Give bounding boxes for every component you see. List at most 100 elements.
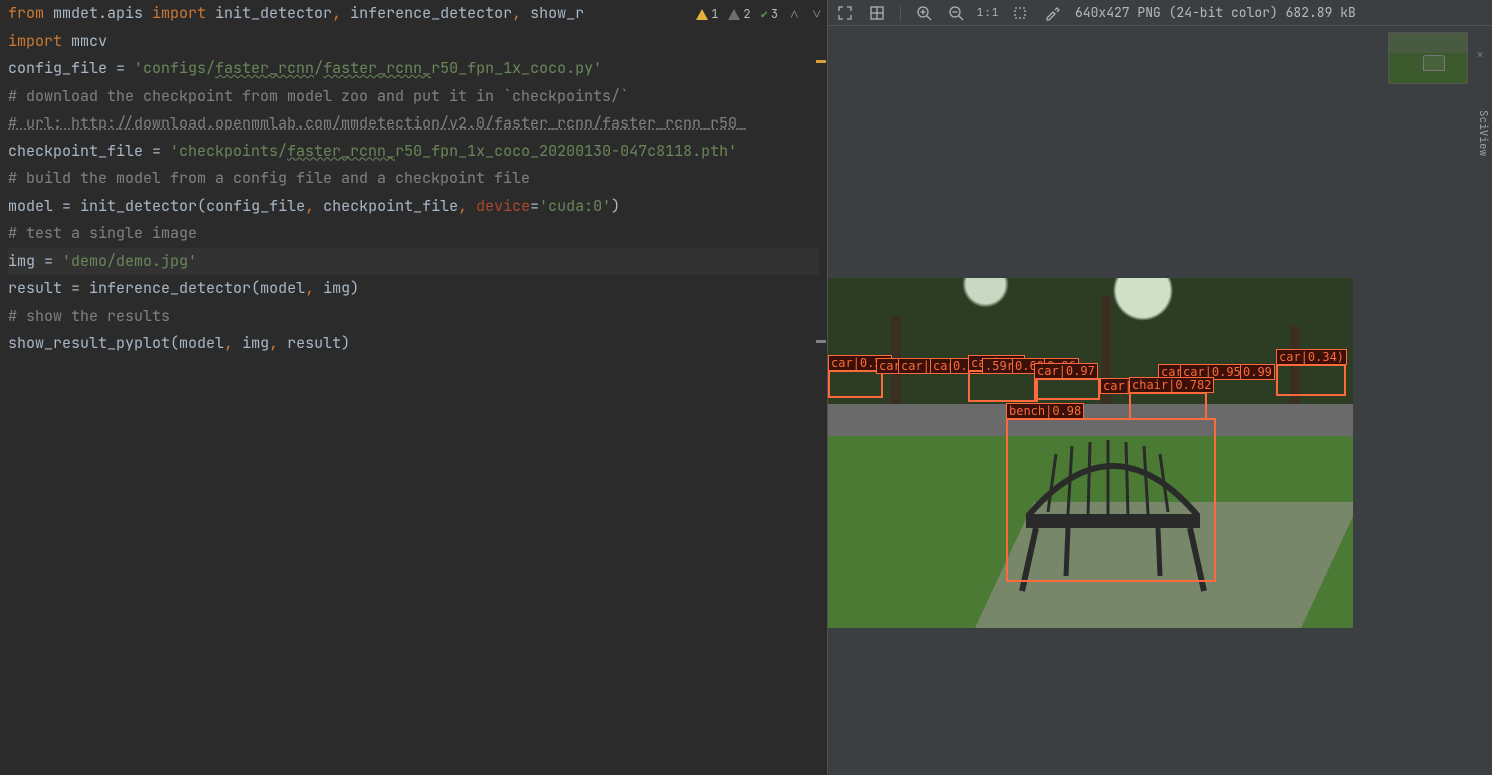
thumbnail[interactable] bbox=[1388, 32, 1468, 84]
prev-highlight-button[interactable]: ˄ bbox=[788, 4, 800, 24]
token: mmcv bbox=[71, 28, 107, 55]
zoom-in-icon[interactable] bbox=[915, 4, 933, 22]
code-line[interactable]: # download the checkpoint from model zoo… bbox=[8, 83, 819, 111]
token: / bbox=[314, 55, 323, 82]
token: , bbox=[224, 330, 242, 357]
token: ) bbox=[341, 330, 350, 357]
inspection-warning[interactable]: 1 bbox=[696, 6, 718, 22]
stripe-mark[interactable] bbox=[816, 340, 826, 343]
code-line[interactable]: # url: http://download.openmmlab.com/mmd… bbox=[8, 110, 819, 138]
token: device bbox=[476, 193, 530, 220]
token: ) bbox=[611, 193, 620, 220]
sciview-tab[interactable]: SciView bbox=[1472, 106, 1492, 160]
code-line[interactable]: import mmcv bbox=[8, 28, 819, 56]
token: = bbox=[152, 138, 170, 165]
comment: # test a single image bbox=[8, 220, 197, 247]
image-info-label: 640x427 PNG (24-bit color) 682.89 kB bbox=[1075, 4, 1356, 21]
token: ( bbox=[251, 275, 260, 302]
detection-label: car|0.34) bbox=[1276, 349, 1347, 365]
weak-warning-count: 2 bbox=[743, 6, 750, 22]
token: ) bbox=[350, 275, 359, 302]
token: = bbox=[530, 193, 539, 220]
token: 'checkpoints/ bbox=[170, 138, 287, 165]
warning-count: 1 bbox=[711, 6, 718, 22]
token: import bbox=[152, 0, 215, 27]
detection-box bbox=[968, 370, 1038, 402]
detection-label: 0.99 bbox=[1240, 364, 1275, 380]
token: checkpoint_file bbox=[8, 138, 152, 165]
detection-label: bench|0.98 bbox=[1006, 403, 1084, 419]
comment: # build the model from a config file and… bbox=[8, 165, 530, 192]
token: = bbox=[62, 193, 80, 220]
token: ( bbox=[197, 193, 206, 220]
image-viewer-pane: 1:1 640x427 PNG (24-bit color) 682.89 kB… bbox=[828, 0, 1492, 775]
token: = bbox=[116, 55, 134, 82]
token: = bbox=[44, 248, 62, 275]
inspection-typo[interactable]: ✔ 3 bbox=[761, 6, 778, 22]
token: 'configs/ bbox=[134, 55, 215, 82]
token: config_file bbox=[206, 193, 305, 220]
token: , bbox=[305, 193, 323, 220]
inspections-bar: 1 2 ✔ 3 ˄ ˅ bbox=[696, 4, 823, 24]
detection-box bbox=[1276, 364, 1346, 396]
token: , bbox=[305, 275, 323, 302]
close-thumbnail-icon[interactable]: × bbox=[1476, 46, 1484, 63]
token: img bbox=[242, 330, 269, 357]
token: = bbox=[71, 275, 89, 302]
token: , bbox=[332, 0, 350, 27]
token: result bbox=[287, 330, 341, 357]
token: faster_rcnn bbox=[215, 55, 314, 82]
token: faster_rcnn_ bbox=[323, 55, 431, 82]
token: inference_detector bbox=[89, 275, 251, 302]
token: model bbox=[260, 275, 305, 302]
code-line[interactable]: model = init_detector(config_file, check… bbox=[8, 193, 819, 221]
token: , bbox=[512, 0, 530, 27]
token: mmdet.apis bbox=[53, 0, 152, 27]
detection-box bbox=[828, 370, 883, 398]
fit-screen-icon[interactable] bbox=[836, 4, 854, 22]
warning-icon bbox=[696, 9, 708, 20]
zoom-out-icon[interactable] bbox=[947, 4, 965, 22]
grid-icon[interactable] bbox=[868, 4, 886, 22]
token: 'cuda:0' bbox=[539, 193, 611, 220]
detection-box bbox=[1034, 378, 1100, 400]
detection-label: car|0.97 bbox=[1034, 363, 1098, 379]
detection-label: car| bbox=[898, 358, 933, 374]
token: show_r bbox=[530, 0, 584, 27]
error-stripe[interactable] bbox=[815, 0, 827, 775]
code-line[interactable]: # build the model from a config file and… bbox=[8, 165, 819, 193]
token: model bbox=[179, 330, 224, 357]
code-line[interactable]: checkpoint_file = 'checkpoints/faster_rc… bbox=[8, 138, 819, 166]
code-editor-pane[interactable]: 1 2 ✔ 3 ˄ ˅ from mmdet.apis import init_… bbox=[0, 0, 828, 775]
eyedropper-icon[interactable] bbox=[1043, 4, 1061, 22]
token: init_detector bbox=[215, 0, 332, 27]
code-line[interactable]: config_file = 'configs/faster_rcnn/faste… bbox=[8, 55, 819, 83]
code-line[interactable]: # show the results bbox=[8, 303, 819, 331]
comment: # url: http://download.openmmlab.com/mmd… bbox=[8, 110, 746, 137]
viewer-toolbar: 1:1 640x427 PNG (24-bit color) 682.89 kB bbox=[828, 0, 1492, 26]
code-line[interactable]: img = 'demo/demo.jpg' bbox=[8, 248, 819, 276]
code-line[interactable]: result = inference_detector(model, img) bbox=[8, 275, 819, 303]
token: import bbox=[8, 28, 71, 55]
viewer-canvas[interactable]: × SciView bbox=[828, 26, 1492, 775]
stripe-mark[interactable] bbox=[816, 60, 826, 63]
actual-size-icon[interactable]: 1:1 bbox=[979, 4, 997, 22]
detection-label: chair|0.782 bbox=[1129, 377, 1214, 393]
detection-box bbox=[1129, 392, 1207, 420]
detection-box bbox=[1006, 418, 1216, 582]
code-line[interactable]: show_result_pyplot(model, img, result) bbox=[8, 330, 819, 358]
typo-count: 3 bbox=[771, 6, 778, 22]
comment: # download the checkpoint from model zoo… bbox=[8, 83, 629, 110]
token: ( bbox=[170, 330, 179, 357]
typo-icon: ✔ bbox=[761, 6, 768, 22]
token: r50_fpn_1x_coco.py' bbox=[431, 55, 602, 82]
token: show_result_pyplot bbox=[8, 330, 170, 357]
comment: # show the results bbox=[8, 303, 170, 330]
weak-warning-icon bbox=[728, 9, 740, 20]
code-line[interactable]: # test a single image bbox=[8, 220, 819, 248]
token: config_file bbox=[8, 55, 116, 82]
crop-icon[interactable] bbox=[1011, 4, 1029, 22]
token: faster_rcnn_ bbox=[287, 138, 395, 165]
code-area[interactable]: from mmdet.apis import init_detector, in… bbox=[0, 0, 827, 358]
inspection-weak-warning[interactable]: 2 bbox=[728, 6, 750, 22]
